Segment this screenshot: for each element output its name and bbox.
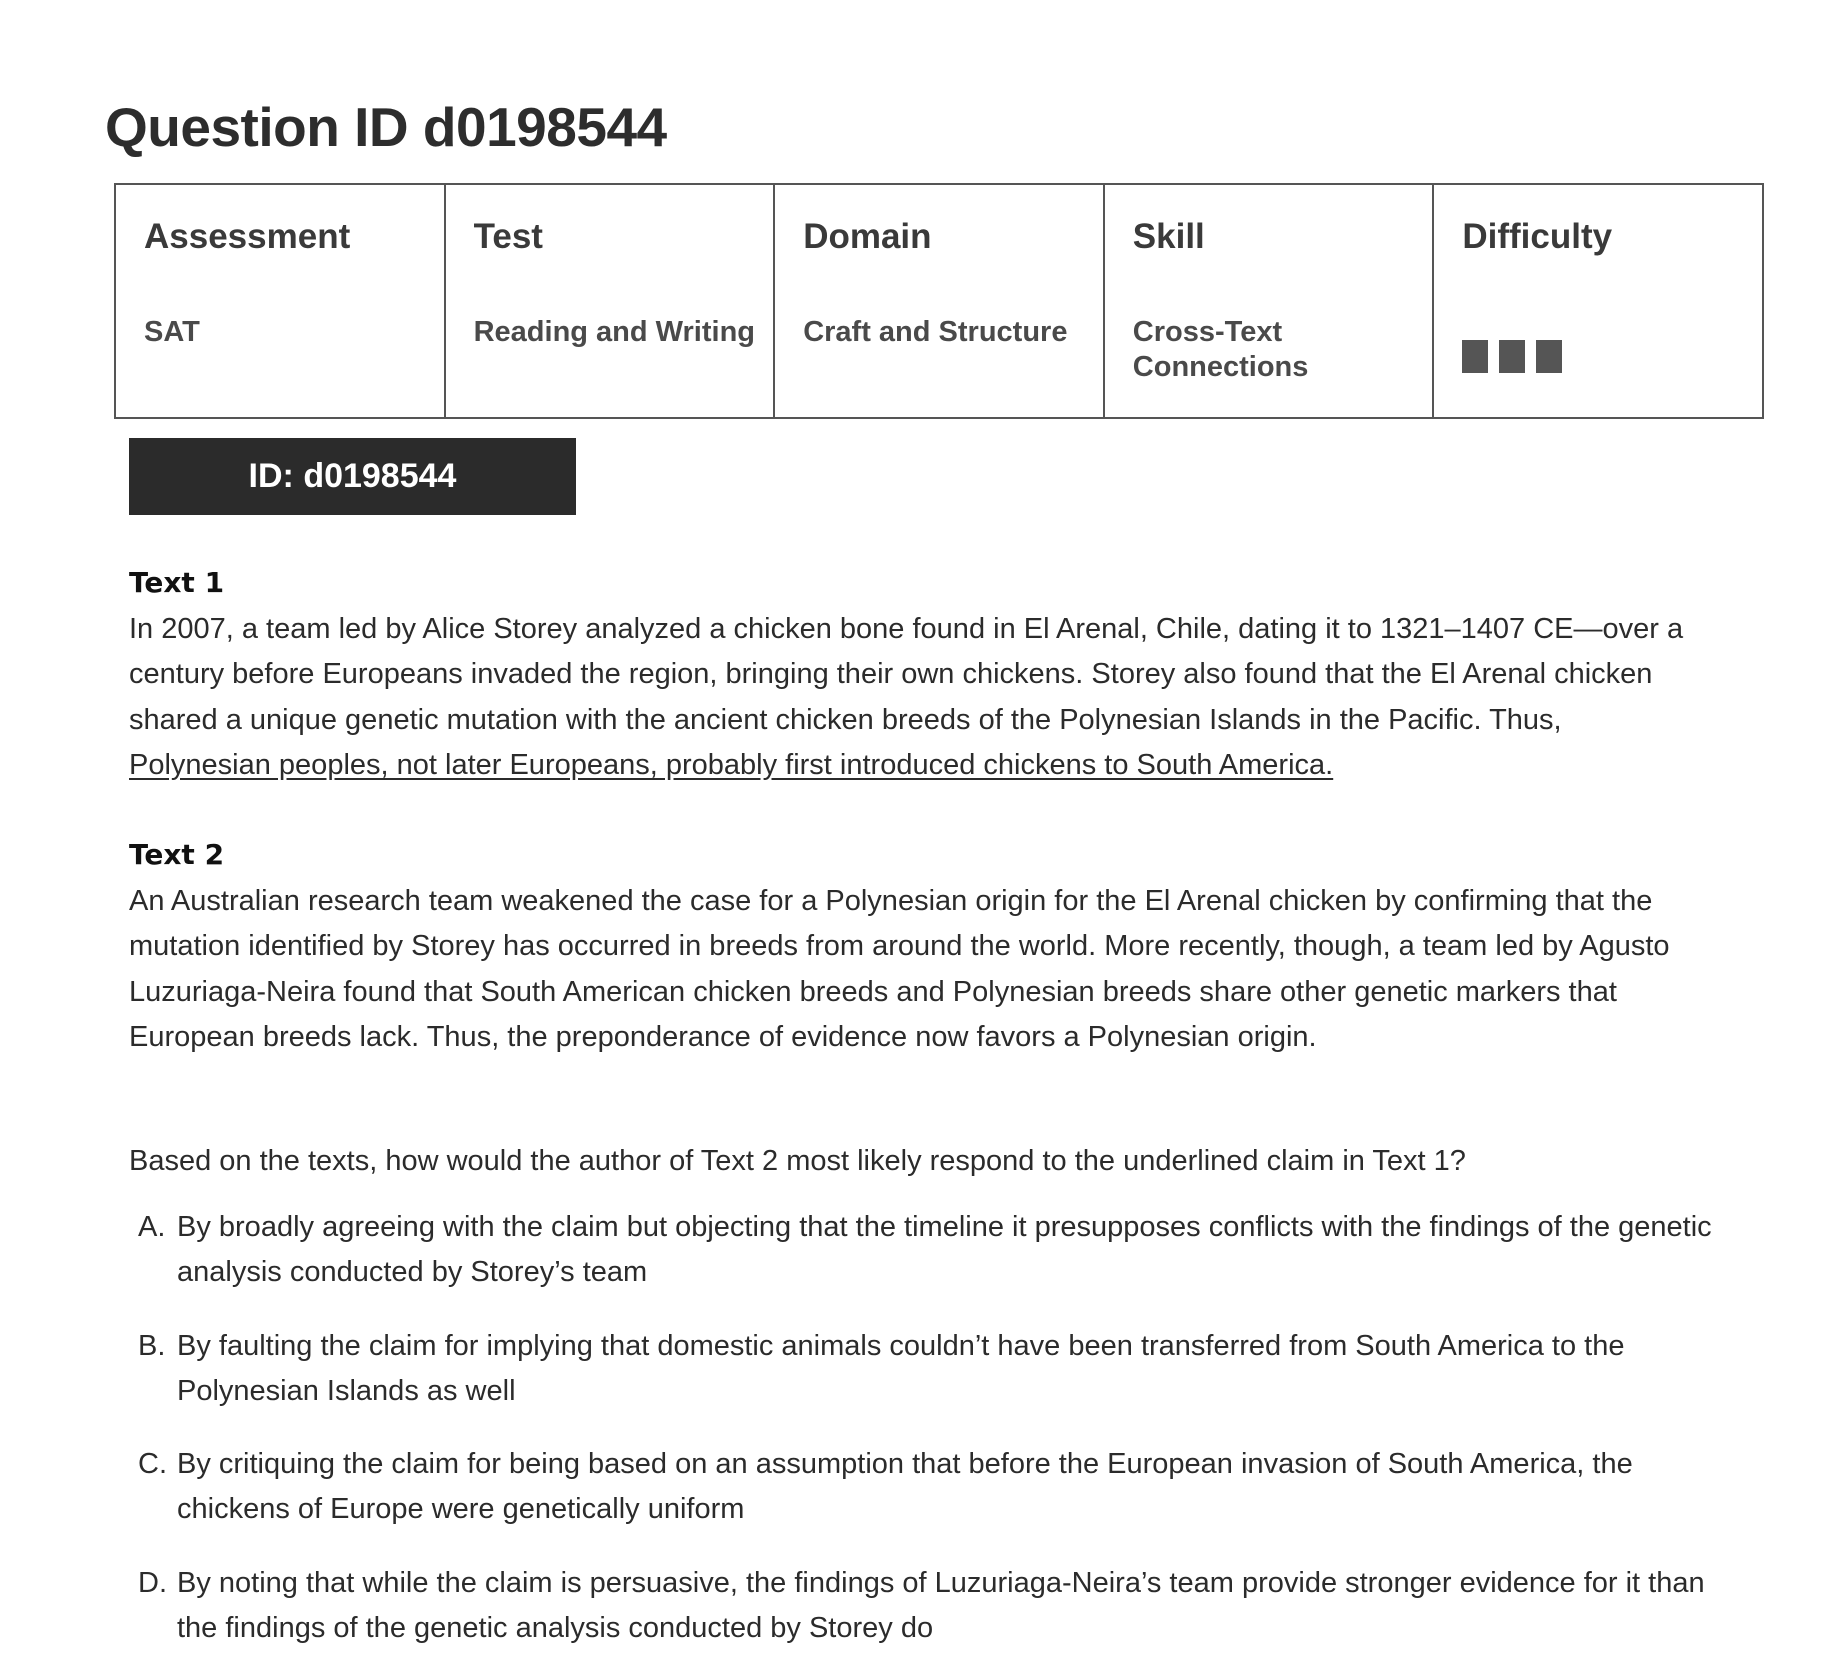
text2-passage: An Australian research team weakened the… — [129, 885, 1670, 1053]
difficulty-indicator — [1462, 340, 1563, 373]
meta-header-domain: Domain — [803, 217, 932, 256]
text1-body: In 2007, a team led by Alice Storey anal… — [129, 613, 1684, 736]
meta-header-difficulty: Difficulty — [1462, 217, 1613, 256]
meta-value-skill: Cross-Text Connections — [1132, 316, 1309, 383]
question-stem: Based on the texts, how would the author… — [129, 1145, 1466, 1177]
meta-value-assessment: SAT — [144, 316, 200, 348]
answer-choice-a[interactable]: A. By broadly agreeing with the claim bu… — [129, 1205, 1719, 1296]
text1-underlined-claim: Polynesian peoples, not later Europeans,… — [129, 748, 1334, 781]
text2-label: Text 2 — [129, 838, 225, 871]
meta-column-domain: Domain Craft and Structure — [775, 185, 1105, 417]
choice-text-c: By critiquing the claim for being based … — [177, 1448, 1633, 1526]
answer-choice-d[interactable]: D. By noting that while the claim is per… — [129, 1561, 1719, 1652]
meta-header-test: Test — [473, 217, 543, 256]
difficulty-bar — [1536, 340, 1563, 373]
choice-text-b: By faulting the claim for implying that … — [177, 1329, 1625, 1407]
meta-header-skill: Skill — [1132, 217, 1205, 256]
meta-value-domain: Craft and Structure — [803, 316, 1068, 348]
choice-letter-a: A. — [138, 1211, 166, 1243]
question-id-badge: ID: d0198544 — [129, 438, 576, 515]
meta-column-test: Test Reading and Writing — [446, 185, 776, 417]
meta-column-difficulty: Difficulty — [1434, 185, 1762, 417]
choice-text-d: By noting that while the claim is persua… — [177, 1566, 1705, 1645]
choice-letter-b: B. — [138, 1329, 166, 1362]
difficulty-bar — [1499, 340, 1526, 373]
meta-header-assessment: Assessment — [144, 217, 351, 256]
page-title: Question ID d0198544 — [105, 96, 667, 158]
question-metadata-table: Assessment SAT Test Reading and Writing … — [114, 183, 1764, 419]
answer-choices: A. By broadly agreeing with the claim bu… — [129, 1205, 1719, 1679]
choice-text-a: By broadly agreeing with the claim but o… — [177, 1211, 1712, 1289]
text1-label: Text 1 — [129, 566, 225, 599]
answer-choice-c[interactable]: C. By critiquing the claim for being bas… — [129, 1442, 1719, 1533]
meta-column-assessment: Assessment SAT — [116, 185, 446, 417]
choice-letter-d: D. — [138, 1566, 167, 1599]
text1-passage: In 2007, a team led by Alice Storey anal… — [129, 607, 1699, 788]
meta-value-test: Reading and Writing — [473, 316, 755, 348]
answer-choice-b[interactable]: B. By faulting the claim for implying th… — [129, 1324, 1719, 1415]
difficulty-bar — [1462, 340, 1489, 373]
choice-letter-c: C. — [138, 1448, 167, 1481]
meta-column-skill: Skill Cross-Text Connections — [1105, 185, 1435, 417]
